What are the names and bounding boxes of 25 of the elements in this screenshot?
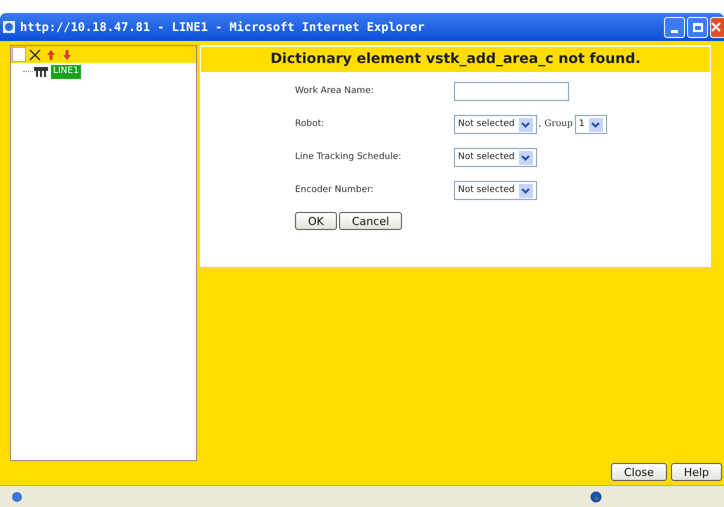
maximize-button[interactable]: [687, 16, 708, 38]
group-label: , Group: [538, 118, 573, 131]
window-title: http://10.18.47.81 - LINE1 - Microsoft Internet Explorer: [20, 19, 425, 36]
browser-icon: [2, 20, 16, 34]
push-button[interactable]: Cancel: [338, 212, 402, 230]
browser-icon: [10, 490, 24, 504]
dropdown[interactable]: Not selected: [454, 181, 537, 200]
dropdown[interactable]: Not selected: [454, 148, 537, 167]
minimize-button[interactable]: [664, 16, 685, 38]
globe-icon: [590, 490, 602, 502]
field-label: Robot:: [295, 118, 326, 131]
text-field[interactable]: [454, 82, 569, 101]
field-label: Line Tracking Schedule:: [295, 150, 402, 164]
delete-icon[interactable]: [27, 47, 42, 62]
error-header: Dictionary element vstk_add_area_c not found.: [201, 47, 710, 72]
close-button[interactable]: [710, 16, 724, 38]
robot-icon: [33, 66, 49, 78]
close-icon: [711, 22, 721, 32]
dropdown[interactable]: Not selected: [454, 115, 537, 134]
group-dropdown[interactable]: 1: [574, 115, 607, 134]
push-button[interactable]: Close: [610, 463, 667, 481]
field-label: Work Area Name:: [295, 84, 375, 98]
field-label: Encoder Number:: [295, 184, 375, 197]
push-button[interactable]: Help: [670, 463, 722, 481]
push-button[interactable]: OK: [295, 212, 337, 230]
